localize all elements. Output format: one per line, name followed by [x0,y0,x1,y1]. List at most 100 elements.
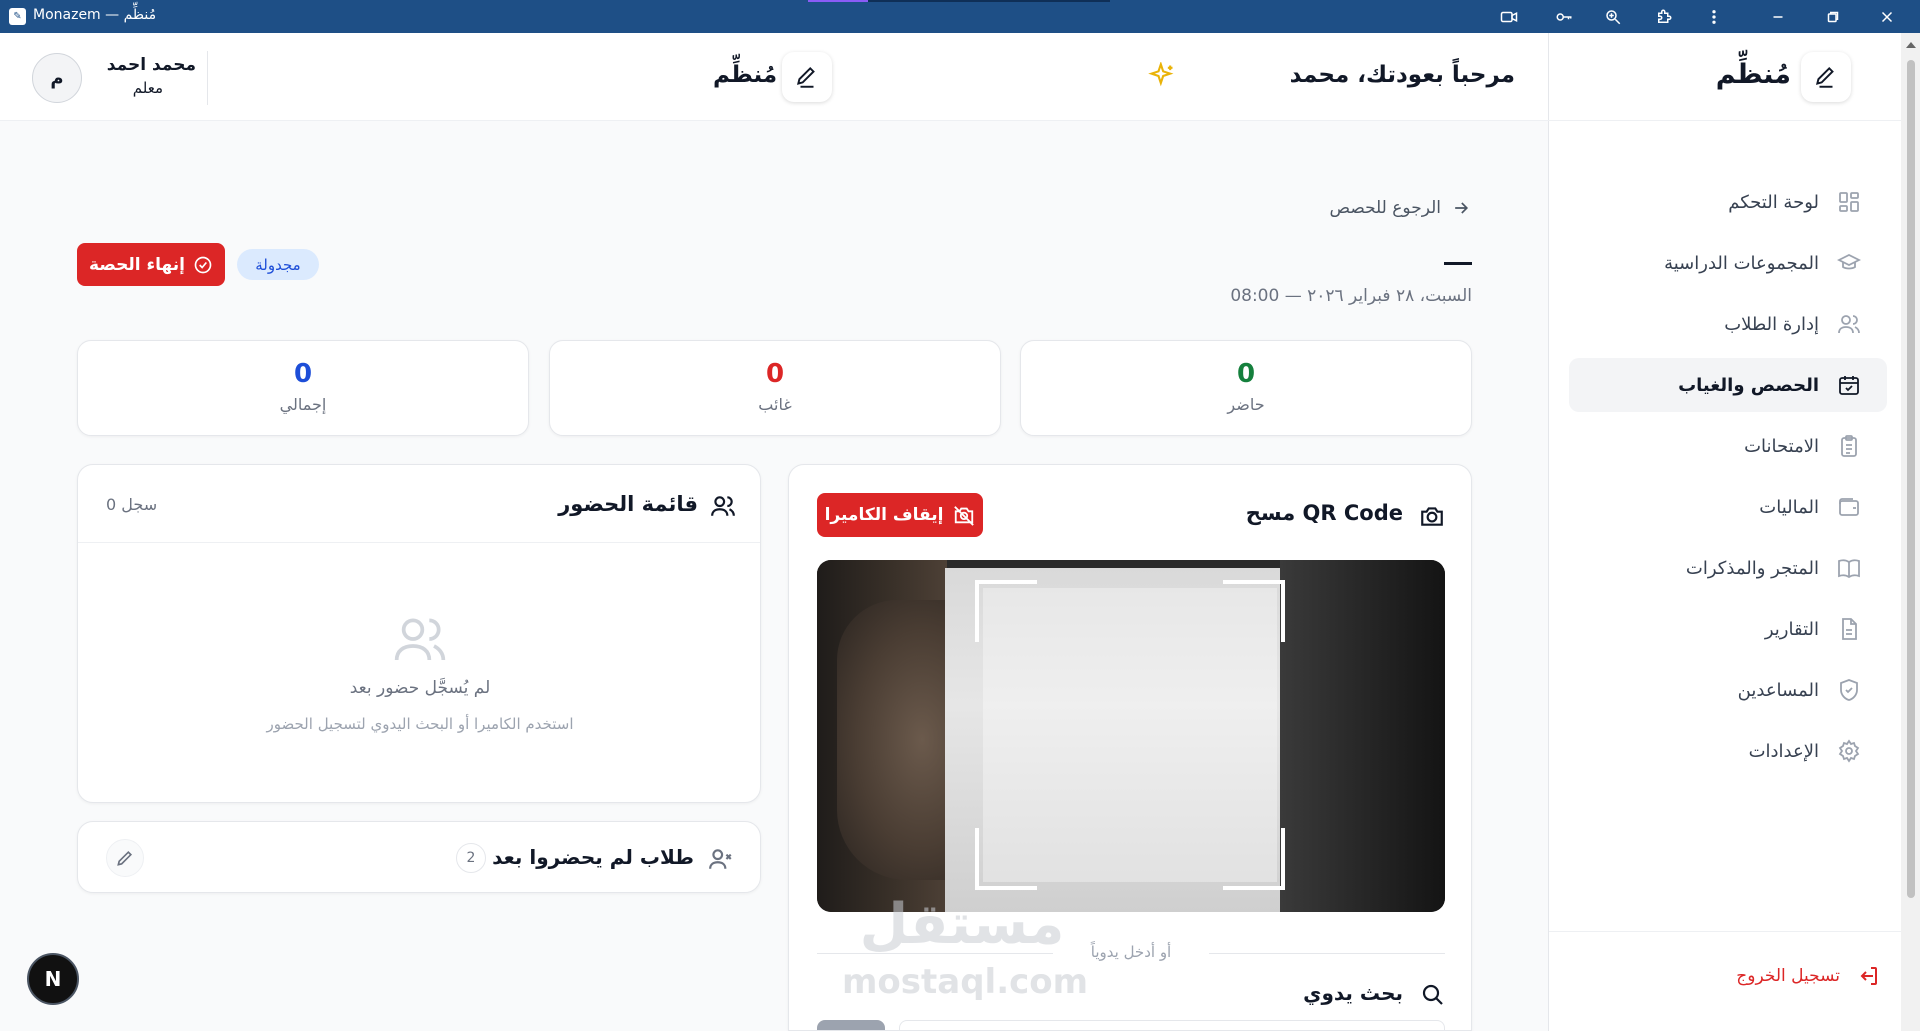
attendance-list-card: قائمة الحضور 0 سجل لم يُسجَّل حضور بعد ا… [77,464,761,803]
sidebar-item-label: إدارة الطلاب [1724,313,1819,335]
welcome-message: مرحباً بعودتك، محمد [1289,62,1515,88]
settings-icon [1837,739,1861,763]
arrow-right-icon [1455,202,1469,214]
end-session-label: إنهاء الحصة [89,254,185,275]
sidebar-item-settings[interactable]: الإعدادات [1569,724,1887,778]
sidebar-item-store[interactable]: المتجر والمذكرات [1569,541,1887,595]
sidebar-item-finance[interactable]: الماليات [1569,480,1887,534]
scan-corner [1223,580,1285,642]
sidebar-item-sessions[interactable]: الحصص والغياب [1569,358,1887,412]
camera-preview [817,560,1445,912]
user-role: معلم [132,79,163,97]
wallet-icon [1837,495,1861,519]
status-badge: مجدولة [237,249,319,280]
key-icon[interactable] [1552,5,1576,29]
manual-search-button[interactable] [817,1020,885,1030]
scan-frame [975,580,1285,890]
scan-corner [975,828,1037,890]
stat-present: 0 حاضر [1020,340,1472,436]
stat-absent: 0 غائب [549,340,1001,436]
shield-icon [1837,678,1861,702]
users-icon [711,496,735,516]
stop-camera-button[interactable]: إيقاف الكاميرا [817,493,983,537]
edit-button[interactable] [106,839,144,877]
close-icon[interactable] [1875,5,1899,29]
stop-camera-label: إيقاف الكاميرا [824,505,944,525]
graduation-cap-icon [1836,251,1862,275]
empty-state-title: لم يُسجَّل حضور بعد [349,678,491,698]
attendance-list-header: قائمة الحضور 0 سجل [78,465,760,543]
sidebar-item-label: الإعدادات [1748,740,1819,762]
avatar[interactable]: م [32,53,82,103]
sidebar-item-label: لوحة التحكم [1728,191,1819,213]
user-x-icon [709,849,732,869]
attendance-count: 0 سجل [106,495,158,514]
qr-scanner-title: مسح QR Code [1245,501,1403,525]
attendance-list-title: قائمة الحضور [558,492,698,516]
sidebar-footer: تسجيل الخروج [1549,931,1902,1031]
sidebar-item-label: التقارير [1764,618,1819,640]
sidebar-item-dashboard[interactable]: لوحة التحكم [1569,175,1887,229]
manual-search-title: بحث يدوي [1303,981,1403,1005]
stat-total: 0 إجمالي [77,340,529,436]
camera-icon [1421,507,1443,526]
not-attended-title: طلاب لم يحضروا بعد [492,845,694,869]
book-icon [1837,556,1861,580]
dashboard-icon [1837,190,1861,214]
sidebar-item-assistants[interactable]: المساعدين [1569,663,1887,717]
manual-search-input[interactable] [899,1020,1445,1030]
sidebar-item-reports[interactable]: التقارير [1569,602,1887,656]
minimize-icon[interactable] [1766,5,1790,29]
user-menu[interactable]: م محمد احمد معلم [30,51,208,105]
not-attended-card[interactable]: طلاب لم يحضروا بعد 2 [77,821,761,893]
more-icon[interactable] [1702,5,1726,29]
check-circle-icon [194,256,212,273]
sidebar-logo [1801,52,1851,102]
manual-divider: أو أدخل يدوياً [817,943,1445,963]
pencil-icon [117,850,133,866]
calendar-check-icon [1837,373,1861,397]
window-title: Monazem — مُنظِّم [33,7,157,23]
extensions-icon[interactable] [1652,5,1676,29]
session-title [1444,262,1472,265]
back-to-sessions-link[interactable]: الرجوع للحصص [1330,198,1471,218]
file-icon [1837,617,1861,641]
scrollbar-thumb[interactable] [1907,60,1915,898]
logout-icon [1860,967,1877,985]
sidebar-item-label: الماليات [1759,496,1819,518]
sidebar-brand: مُنظِّم [1548,33,1901,121]
sidebar-item-students[interactable]: إدارة الطلاب [1569,297,1887,351]
stat-present-label: حاضر [1227,395,1265,414]
clipboard-icon [1837,434,1861,458]
sidebar: مُنظِّم لوحة التحكم المجموعات الدراسية إ… [1548,33,1902,1031]
sidebar-item-exams[interactable]: الامتحانات [1569,419,1887,473]
stat-absent-value: 0 [765,359,785,389]
header-brand-name: مُنظِّم [713,62,778,88]
scan-corner [975,580,1037,642]
logout-button[interactable]: تسجيل الخروج [1710,956,1880,996]
nextjs-dev-badge[interactable]: N [27,953,79,1005]
camera-icon[interactable] [1497,5,1521,29]
zoom-icon[interactable] [1601,5,1625,29]
divider-label: أو أدخل يدوياً [1090,943,1172,961]
scan-corner [1223,828,1285,890]
search-icon [1422,984,1443,1005]
sidebar-item-groups[interactable]: المجموعات الدراسية [1569,236,1887,290]
empty-state-subtitle: استخدم الكاميرا أو البحث اليدوي لتسجيل ا… [266,715,574,733]
camera-feed-shadow [1280,560,1445,912]
sidebar-item-label: الحصص والغياب [1678,374,1819,396]
back-link-label: الرجوع للحصص [1329,198,1441,218]
app-icon: ✎ [9,8,26,25]
header-logo [782,52,832,102]
stat-present-value: 0 [1236,359,1256,389]
tab-indicator [808,0,868,2]
window-titlebar: ✎ Monazem — مُنظِّم [0,0,1920,33]
page-scrollbar[interactable] [1901,33,1920,1031]
camera-off-icon [954,506,975,526]
stat-total-label: إجمالي [279,395,327,414]
end-session-button[interactable]: إنهاء الحصة [77,243,225,286]
restore-icon[interactable] [1821,5,1845,29]
sparkle-icon [1148,62,1174,87]
scroll-up-arrow[interactable] [1906,42,1916,48]
user-name: محمد احمد [106,55,196,75]
